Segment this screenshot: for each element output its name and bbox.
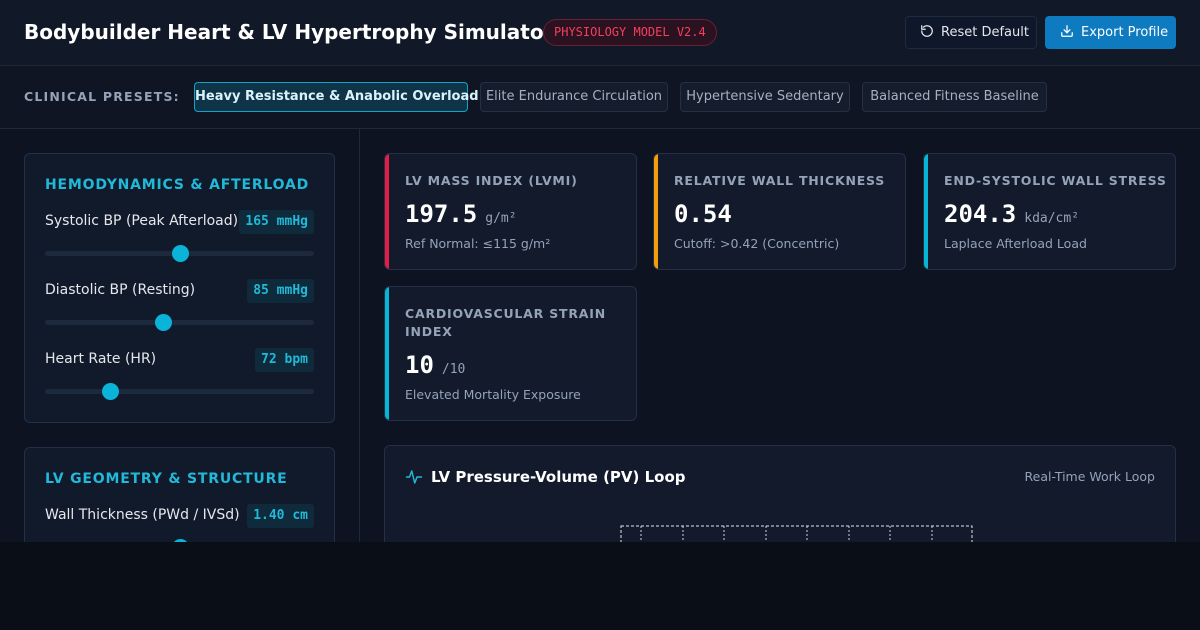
metric-note: Cutoff: >0.42 (Concentric) (674, 236, 840, 251)
metric-note: Laplace Afterload Load (944, 236, 1087, 251)
pv-loop-title: LV Pressure-Volume (PV) Loop (431, 468, 686, 486)
wall-thickness-slider-thumb[interactable] (171, 539, 189, 542)
hemodynamics-panel: HEMODYNAMICS & AFTERLOAD Systolic BP (Pe… (24, 153, 335, 423)
download-icon (1060, 24, 1074, 42)
rotate-ccw-icon (920, 24, 934, 42)
metric-label: CARDIOVASCULAR STRAIN INDEX (405, 306, 606, 339)
metric-value-row: 0.54 (674, 200, 740, 228)
app-title: Bodybuilder Heart & LV Hypertrophy Simul… (24, 20, 554, 44)
systolic-bp-slider-thumb[interactable] (171, 245, 189, 262)
metric-unit: /10 (441, 362, 466, 377)
metric-value: 10 (405, 351, 434, 379)
clinical-presets-bar: CLINICAL PRESETS: Heavy Resistance & Ana… (0, 66, 1200, 129)
heart-rate-slider-thumb[interactable] (101, 383, 119, 400)
diastolic-bp-value: 85 mmHg (247, 279, 314, 303)
metric-label: LV MASS INDEX (LVMI) (405, 173, 578, 188)
diastolic-bp-slider[interactable] (45, 314, 314, 331)
preset-elite-endurance[interactable]: Elite Endurance Circulation (480, 82, 668, 112)
lv-geometry-panel: LV GEOMETRY & STRUCTURE Wall Thickness (… (24, 447, 335, 542)
systolic-bp-label: Systolic BP (Peak Afterload) (45, 213, 239, 229)
metric-accent-bar (924, 154, 928, 269)
pv-loop-chart-card: LV Pressure-Volume (PV) Loop Real-Time W… (384, 445, 1176, 542)
metric-accent-bar (385, 154, 389, 269)
heart-rate-label: Heart Rate (HR) (45, 351, 157, 367)
metric-accent-bar (385, 287, 389, 420)
reset-default-button[interactable]: Reset Default (905, 16, 1037, 49)
lv-geometry-title: LV GEOMETRY & STRUCTURE (45, 471, 288, 487)
preset-balanced-fitness[interactable]: Balanced Fitness Baseline (862, 82, 1047, 112)
export-profile-label: Export Profile (1081, 25, 1169, 40)
wall-thickness-label: Wall Thickness (PWd / IVSd) (45, 507, 240, 523)
metric-value: 0.54 (674, 200, 732, 228)
metric-card-lvmi: LV MASS INDEX (LVMI) 197.5 g/m² Ref Norma… (384, 153, 637, 270)
pv-loop-plot (620, 525, 973, 542)
metric-value-row: 197.5 g/m² (405, 200, 517, 228)
app-window: Bodybuilder Heart & LV Hypertrophy Simul… (0, 0, 1200, 542)
metric-value-row: 10/10 (405, 351, 465, 379)
diastolic-bp-slider-thumb[interactable] (155, 314, 173, 331)
metric-card-rwt: RELATIVE WALL THICKNESS 0.54 Cutoff: >0.… (653, 153, 906, 270)
metric-note: Elevated Mortality Exposure (405, 387, 581, 402)
metric-label: RELATIVE WALL THICKNESS (674, 173, 886, 188)
reset-default-label: Reset Default (941, 25, 1029, 40)
preset-heavy-resistance[interactable]: Heavy Resistance & Anabolic Overload (194, 82, 479, 112)
heart-rate-slider[interactable] (45, 383, 314, 400)
metric-value: 197.5 (405, 200, 478, 228)
plot-frame (620, 525, 973, 542)
controls-sidebar: HEMODYNAMICS & AFTERLOAD Systolic BP (Pe… (0, 129, 360, 542)
export-profile-button[interactable]: Export Profile (1045, 16, 1176, 49)
pulse-icon (405, 468, 423, 490)
metric-value: 204.3 (944, 200, 1017, 228)
metric-note: Ref Normal: ≤115 g/m² (405, 236, 551, 251)
metric-label: END-SYSTOLIC WALL STRESS (944, 173, 1167, 188)
heart-rate-value: 72 bpm (255, 348, 314, 372)
results-main: LV MASS INDEX (LVMI) 197.5 g/m² Ref Norma… (360, 129, 1200, 542)
preset-hypertensive-sedentary[interactable]: Hypertensive Sedentary (680, 82, 850, 112)
presets-label: CLINICAL PRESETS: (24, 89, 180, 104)
metric-unit: kda/cm² (1024, 211, 1080, 226)
pv-loop-subtitle: Real-Time Work Loop (1024, 469, 1155, 484)
systolic-bp-value: 165 mmHg (239, 210, 314, 234)
metric-unit: g/m² (485, 211, 517, 226)
metric-accent-bar (654, 154, 658, 269)
diastolic-bp-label: Diastolic BP (Resting) (45, 282, 196, 298)
wall-thickness-value: 1.40 cm (247, 504, 314, 528)
systolic-bp-slider[interactable] (45, 245, 314, 262)
metric-card-wall-stress: END-SYSTOLIC WALL STRESS 204.3 kda/cm² La… (923, 153, 1176, 270)
hemodynamics-title: HEMODYNAMICS & AFTERLOAD (45, 177, 310, 193)
header-bar: Bodybuilder Heart & LV Hypertrophy Simul… (0, 0, 1200, 66)
metric-value-row: 204.3 kda/cm² (944, 200, 1079, 228)
model-version-badge: PHYSIOLOGY MODEL V2.4 (543, 19, 717, 46)
metric-card-strain-index: CARDIOVASCULAR STRAIN INDEX 10/10 Elevat… (384, 286, 637, 421)
